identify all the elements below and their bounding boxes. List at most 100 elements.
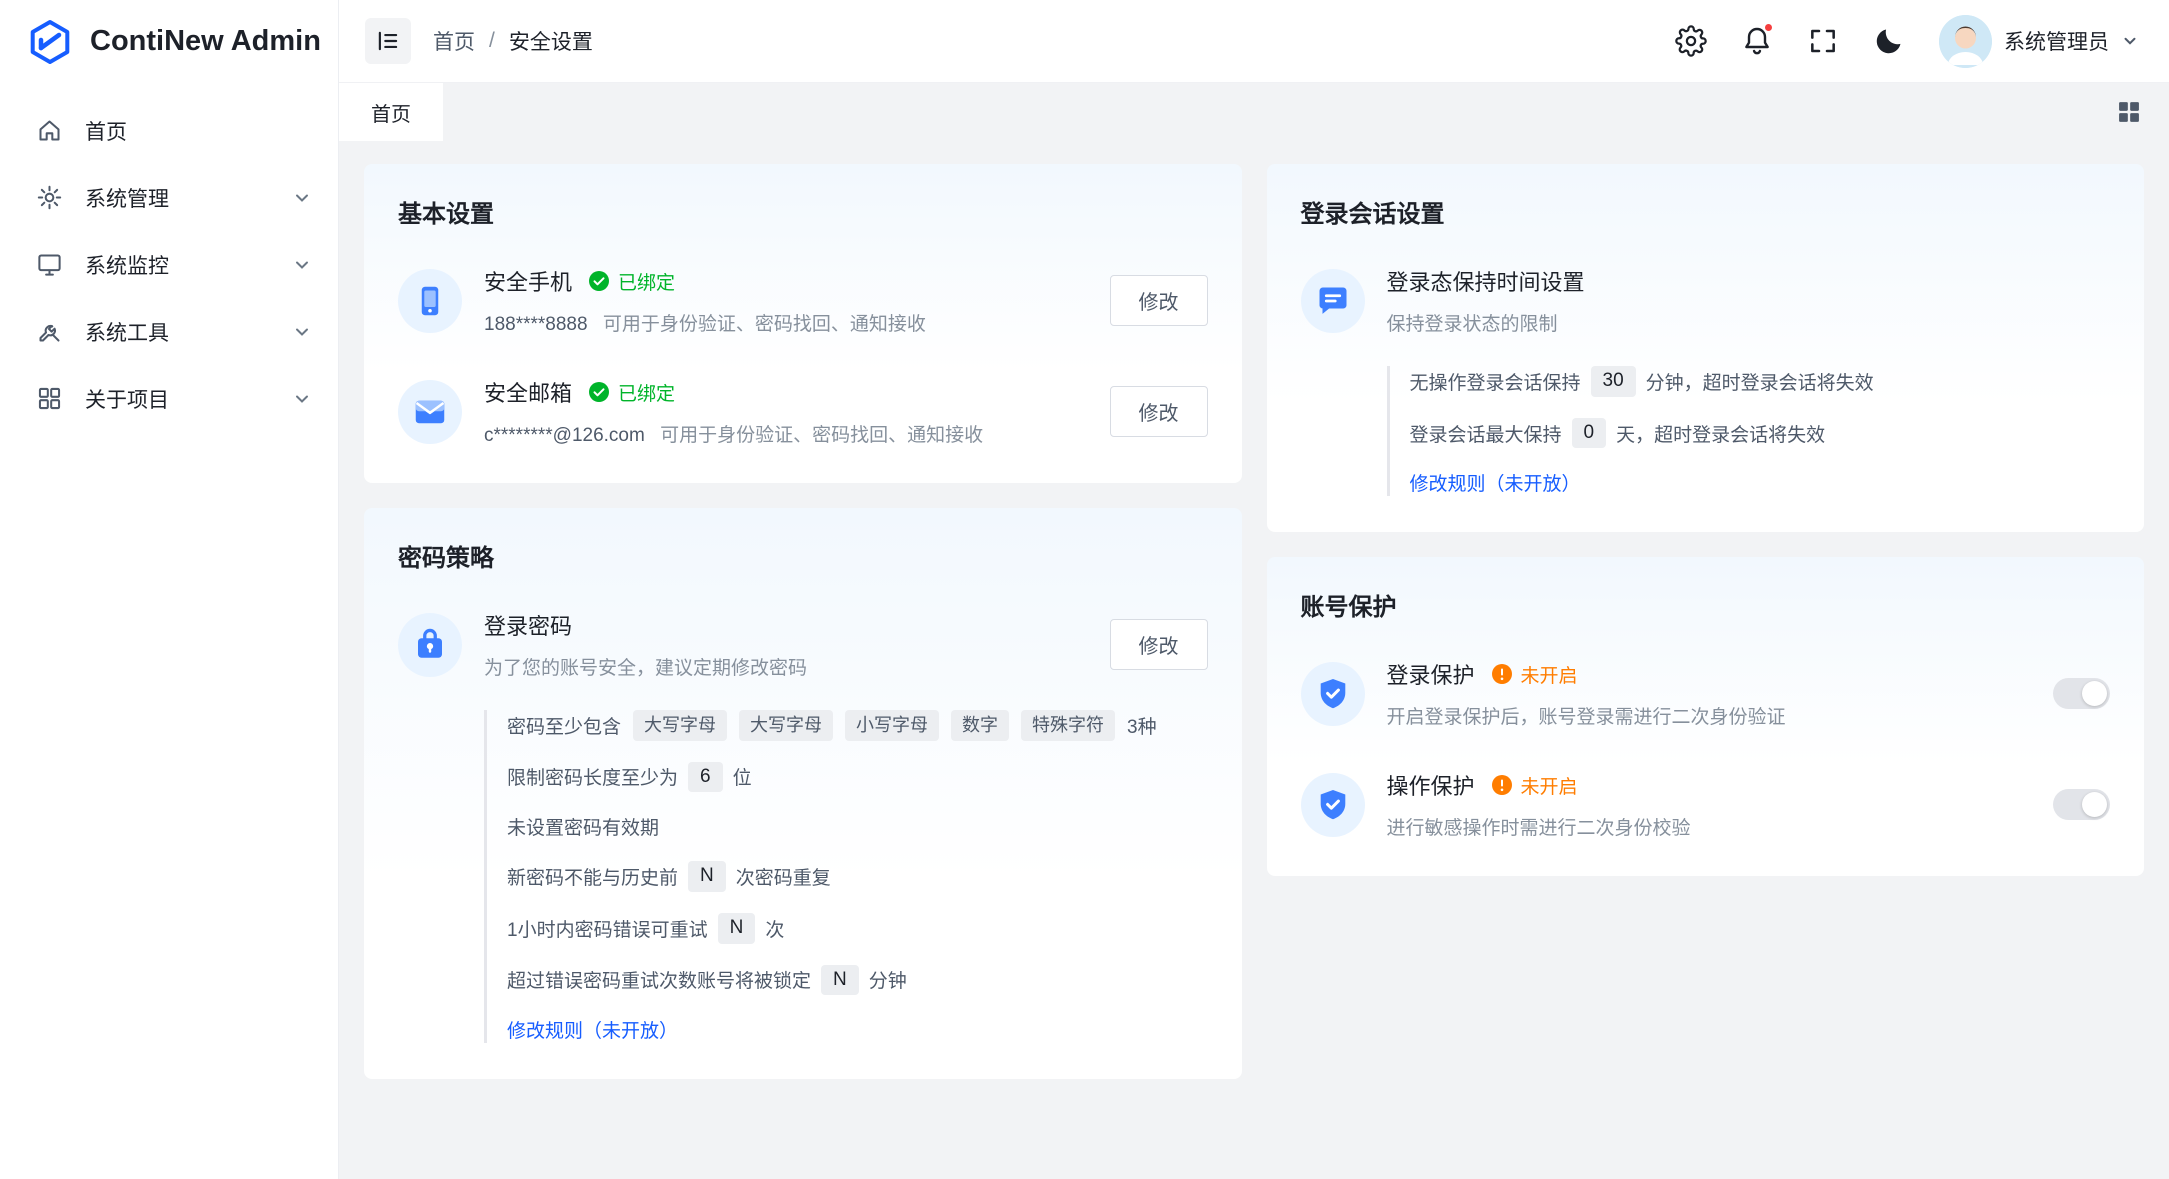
rule-session-max: 登录会话最大保持 0 天，超时登录会话将失效 [1410,418,2111,449]
login-session-card: 登录会话设置 登录态保持时间设置 保持登录状态的限制 [1267,164,2145,532]
char-type-chip: 大写字母 [739,710,833,741]
user-menu[interactable]: 系统管理员 [1939,15,2139,68]
card-title: 账号保护 [1301,587,2111,622]
login-password-info: 登录密码 为了您的账号安全，建议定期修改密码 [484,609,1088,680]
chevron-down-icon [292,389,312,409]
sidebar-item-system-monitor[interactable]: 系统监控 [0,231,338,298]
sidebar-item-label: 系统工具 [85,317,270,347]
modify-phone-button[interactable]: 修改 [1110,275,1208,326]
rule-session-idle: 无操作登录会话保持 30 分钟，超时登录会话将失效 [1410,366,2111,397]
modify-session-rules-link[interactable]: 修改规则（未开放） [1410,469,1581,496]
phone-icon [398,269,462,333]
security-email-info: 安全邮箱 已绑定 c********@126.com 可用于身份验证、密码找回、… [484,376,1088,447]
switch-knob [2082,681,2107,706]
chat-message-icon [1301,269,1365,333]
rule-value-box: 6 [688,762,723,793]
password-desc: 为了您的账号安全，建议定期修改密码 [484,658,807,679]
login-protection-toggle[interactable] [2053,678,2110,709]
main-area: 首页 / 安全设置 [339,0,2169,1179]
rule-password-retry: 1小时内密码错误可重试 N 次 [507,913,1208,944]
modify-password-button[interactable]: 修改 [1110,619,1208,670]
not-enabled-status-badge: 未开启 [1491,772,1578,799]
notification-badge [1763,22,1774,33]
item-title: 登录保护 [1387,658,1475,690]
home-icon [36,117,63,144]
operation-protection-row: 操作保护 未开启 进行敏感操作时需进行二次身份校验 [1301,769,2111,840]
chevron-down-icon [292,188,312,208]
rule-value-box: N [718,913,756,944]
sidebar-menu: 首页 系统管理 系统监控 [0,83,338,432]
breadcrumb-home[interactable]: 首页 [433,26,475,56]
header-actions: 系统管理员 [1675,15,2139,68]
dark-mode-moon-icon[interactable] [1873,25,1905,57]
avatar [1939,15,1992,68]
header: 首页 / 安全设置 [339,0,2169,83]
email-desc: 可用于身份验证、密码找回、通知接收 [660,425,983,446]
item-title: 操作保护 [1387,769,1475,801]
notifications-bell-icon[interactable] [1741,25,1773,57]
rule-text: 分钟 [869,966,907,993]
sidebar-item-system-management[interactable]: 系统管理 [0,164,338,231]
monitor-icon [36,251,63,278]
check-circle-icon [588,270,610,292]
app-title: ContiNew Admin [90,25,321,58]
shield-check-icon [1301,662,1365,726]
rule-text: 3种 [1127,712,1157,739]
char-type-chip: 小写字母 [845,710,939,741]
bound-status-badge: 已绑定 [588,268,675,295]
rule-text: 次 [765,915,784,942]
rule-password-history: 新密码不能与历史前 N 次密码重复 [507,861,1208,892]
tab-layout-grid-icon[interactable] [2115,98,2143,126]
modify-email-button[interactable]: 修改 [1110,386,1208,437]
shield-check-icon [1301,773,1365,837]
security-email-row: 安全邮箱 已绑定 c********@126.com 可用于身份验证、密码找回、… [398,376,1208,447]
rule-text: 1小时内密码错误可重试 [507,915,708,942]
user-name: 系统管理员 [2004,26,2109,56]
gear-icon [36,184,63,211]
security-phone-info: 安全手机 已绑定 188****8888 可用于身份验证、密码找回、通知接收 [484,265,1088,336]
tab-home[interactable]: 首页 [339,83,443,141]
rule-value-box: N [821,965,859,996]
sidebar-collapse-button[interactable] [365,18,411,64]
char-type-chip: 大写字母 [633,710,727,741]
fullscreen-icon[interactable] [1807,25,1839,57]
modify-password-rules-link[interactable]: 修改规则（未开放） [507,1016,678,1043]
operation-protection-desc: 进行敏感操作时需进行二次身份校验 [1387,818,1691,839]
sidebar-item-label: 关于项目 [85,384,270,414]
app-logo[interactable]: ContiNew Admin [0,0,338,83]
operation-protection-toggle[interactable] [2053,789,2110,820]
chevron-down-icon [292,322,312,342]
rule-value-box: 0 [1572,418,1607,449]
item-title: 安全手机 [484,265,572,297]
rule-password-expiry: 未设置密码有效期 [507,813,1208,840]
rule-text: 密码至少包含 [507,712,621,739]
rule-text: 次密码重复 [736,863,831,890]
rule-text: 新密码不能与历史前 [507,863,678,890]
tools-icon [36,318,63,345]
sidebar-item-label: 系统管理 [85,183,270,213]
rule-text: 限制密码长度至少为 [507,763,678,790]
chevron-down-icon [292,255,312,275]
char-type-chip: 数字 [951,710,1009,741]
email-value: c********@126.com [484,425,645,446]
rule-password-length: 限制密码长度至少为 6 位 [507,762,1208,793]
switch-knob [2082,792,2107,817]
login-protection-info: 登录保护 未开启 开启登录保护后，账号登录需进行二次身份验证 [1387,658,2032,729]
item-title: 安全邮箱 [484,376,572,408]
sidebar-item-home[interactable]: 首页 [0,97,338,164]
password-policy-card: 密码策略 登录密码 为了您的账号安全，建议定期修改密码 [364,508,1242,1079]
card-title: 登录会话设置 [1301,194,2111,229]
rule-text: 未设置密码有效期 [507,813,659,840]
sidebar-item-about-project[interactable]: 关于项目 [0,365,338,432]
check-circle-icon [588,381,610,403]
not-enabled-status-badge: 未开启 [1491,661,1578,688]
rule-text: 分钟，超时登录会话将失效 [1646,368,1874,395]
item-title: 登录密码 [484,609,572,641]
char-type-chip: 特殊字符 [1021,710,1115,741]
app-logo-icon [26,18,74,66]
rule-password-lockout: 超过错误密码重试次数账号将被锁定 N 分钟 [507,965,1208,996]
security-phone-row: 安全手机 已绑定 188****8888 可用于身份验证、密码找回、通知接收 [398,265,1208,336]
sidebar-item-system-tools[interactable]: 系统工具 [0,298,338,365]
sidebar: ContiNew Admin 首页 系统管理 [0,0,339,1179]
settings-icon[interactable] [1675,25,1707,57]
